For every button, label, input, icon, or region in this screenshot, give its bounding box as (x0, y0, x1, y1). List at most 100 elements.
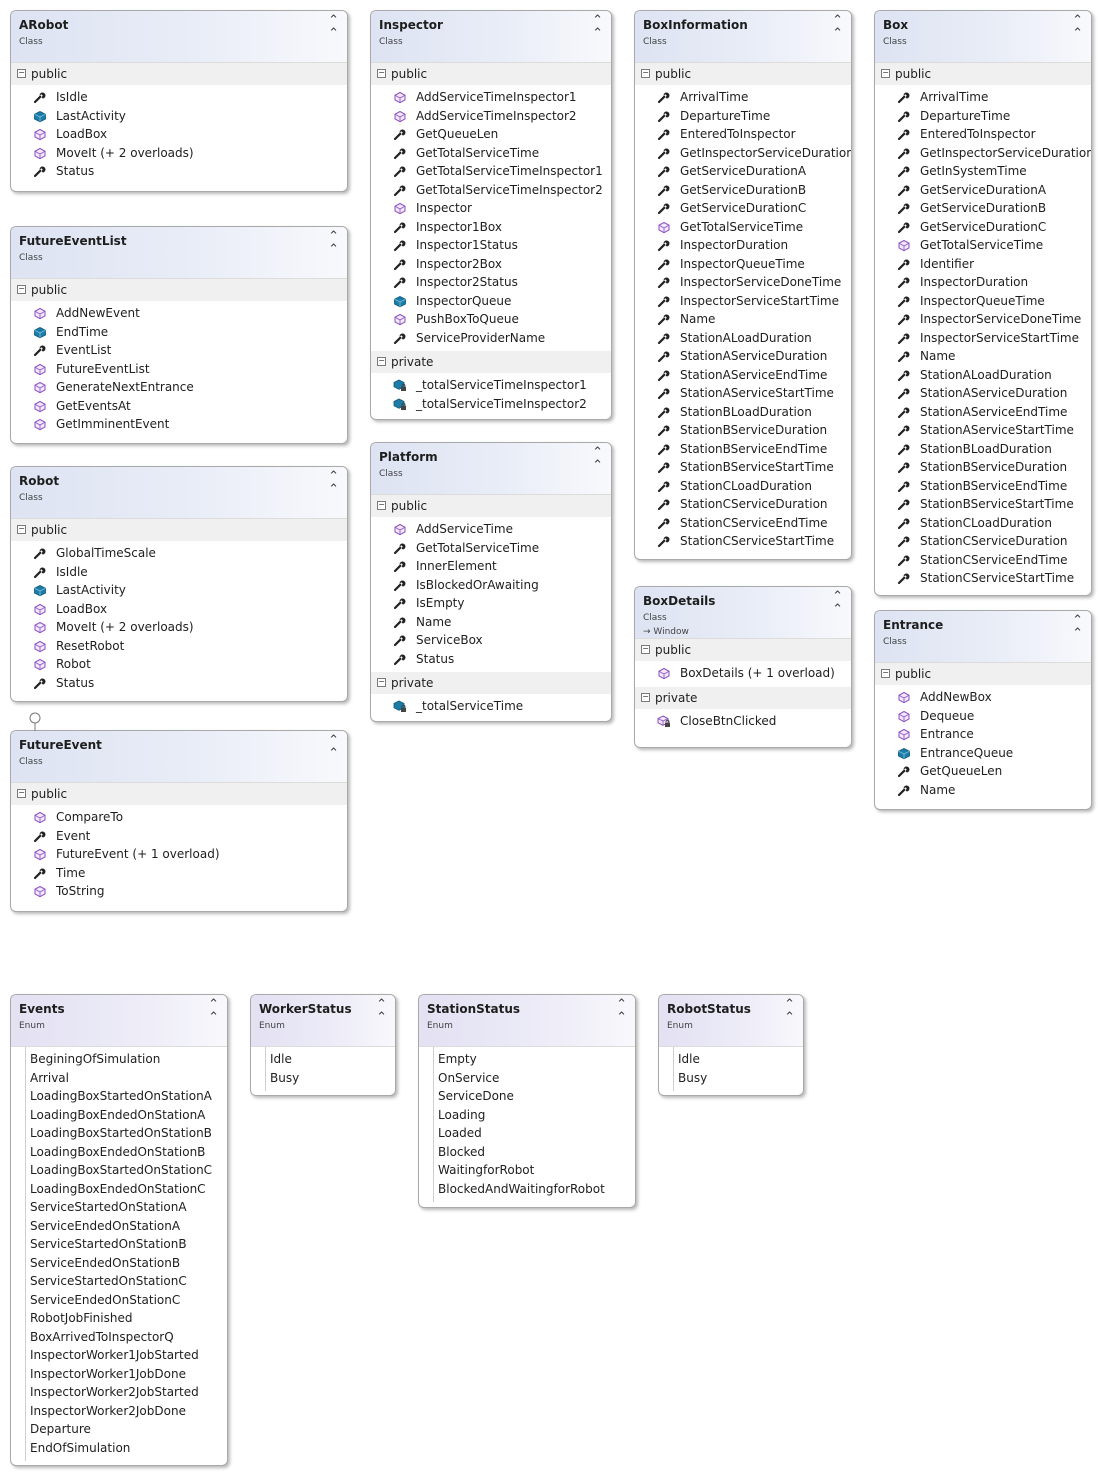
member-identifier[interactable]: Identifier (875, 255, 1091, 274)
section-public[interactable]: − public (11, 519, 347, 541)
enum-value-inspectorworker1jobdone[interactable]: InspectorWorker1JobDone (26, 1365, 227, 1384)
member-dequeue[interactable]: Dequeue (875, 707, 1091, 726)
member-stationbserviceduration[interactable]: StationBServiceDuration (635, 421, 851, 440)
section-public[interactable]: − public (11, 279, 347, 301)
enum-value-loadingboxendedonstationc[interactable]: LoadingBoxEndedOnStationC (26, 1180, 227, 1199)
enum-value-robotjobfinished[interactable]: RobotJobFinished (26, 1309, 227, 1328)
enum-stationstatus[interactable]: StationStatus Enum ⌃ ⌃ Empty OnService Service… (418, 994, 636, 1208)
member-arrivaltime[interactable]: ArrivalTime (875, 88, 1091, 107)
shape-header[interactable]: WorkerStatus Enum ⌃ ⌃ (251, 995, 395, 1047)
member-futureevent-1-overload[interactable]: FutureEvent (+ 1 overload) (11, 845, 347, 864)
member-entrance[interactable]: Entrance (875, 725, 1091, 744)
member-gettotalservicetimeinspector1[interactable]: GetTotalServiceTimeInspector1 (371, 162, 611, 181)
enum-value-inspectorworker2jobstarted[interactable]: InspectorWorker2JobStarted (26, 1383, 227, 1402)
collapse-toggle-icon[interactable]: − (17, 69, 26, 78)
section-public[interactable]: − public (11, 63, 347, 85)
enum-value-blocked[interactable]: Blocked (434, 1143, 635, 1162)
member-stationcloadduration[interactable]: StationCLoadDuration (875, 514, 1091, 533)
member-stationcserviceendtime[interactable]: StationCServiceEndTime (875, 551, 1091, 570)
member-time[interactable]: Time (11, 864, 347, 883)
section-private[interactable]: − private (371, 672, 611, 694)
member-stationaserviceendtime[interactable]: StationAServiceEndTime (875, 403, 1091, 422)
enum-value-loadingboxstartedonstationc[interactable]: LoadingBoxStartedOnStationC (26, 1161, 227, 1180)
collapse-chevron-icon[interactable]: ⌃ ⌃ (592, 446, 603, 472)
member-generatenextentrance[interactable]: GenerateNextEntrance (11, 378, 347, 397)
collapse-chevron-icon[interactable]: ⌃ ⌃ (784, 998, 795, 1024)
section-private[interactable]: − private (371, 351, 611, 373)
member-serviceprovidername[interactable]: ServiceProviderName (371, 329, 611, 348)
shape-header[interactable]: StationStatus Enum ⌃ ⌃ (419, 995, 635, 1047)
member-eventlist[interactable]: EventList (11, 341, 347, 360)
enum-value-departure[interactable]: Departure (26, 1420, 227, 1439)
enum-value-busy[interactable]: Busy (674, 1069, 803, 1088)
member-stationcservicestarttime[interactable]: StationCServiceStartTime (875, 569, 1091, 588)
shape-header[interactable]: Box Class ⌃ ⌃ (875, 11, 1091, 63)
member-loadbox[interactable]: LoadBox (11, 125, 347, 144)
member-stationcserviceendtime[interactable]: StationCServiceEndTime (635, 514, 851, 533)
enum-robotstatus[interactable]: RobotStatus Enum ⌃ ⌃ Idle Busy (658, 994, 804, 1096)
class-box[interactable]: Box Class ⌃ ⌃ − public ArrivalTime DepartureTim… (874, 10, 1092, 596)
member-isempty[interactable]: IsEmpty (371, 594, 611, 613)
member-getservicedurationa[interactable]: GetServiceDurationA (875, 181, 1091, 200)
member-inspectorduration[interactable]: InspectorDuration (875, 273, 1091, 292)
member-totalservicetimeinspector1[interactable]: _totalServiceTimeInspector1 (371, 376, 611, 395)
shape-header[interactable]: BoxInformation Class ⌃ ⌃ (635, 11, 851, 63)
enum-value-busy[interactable]: Busy (266, 1069, 395, 1088)
shape-header[interactable]: Events Enum ⌃ ⌃ (11, 995, 227, 1047)
enum-value-onservice[interactable]: OnService (434, 1069, 635, 1088)
member-totalservicetimeinspector2[interactable]: _totalServiceTimeInspector2 (371, 395, 611, 414)
member-gettotalservicetimeinspector2[interactable]: GetTotalServiceTimeInspector2 (371, 181, 611, 200)
member-stationcserviceduration[interactable]: StationCServiceDuration (635, 495, 851, 514)
section-public[interactable]: − public (371, 63, 611, 85)
member-gettotalservicetime[interactable]: GetTotalServiceTime (875, 236, 1091, 255)
enum-value-serviceendedonstationb[interactable]: ServiceEndedOnStationB (26, 1254, 227, 1273)
member-stationaserviceduration[interactable]: StationAServiceDuration (875, 384, 1091, 403)
collapse-chevron-icon[interactable]: ⌃ ⌃ (328, 734, 339, 760)
collapse-toggle-icon[interactable]: − (377, 357, 386, 366)
member-getservicedurationb[interactable]: GetServiceDurationB (635, 181, 851, 200)
enum-value-endofsimulation[interactable]: EndOfSimulation (26, 1439, 227, 1458)
section-private[interactable]: − private (635, 686, 851, 709)
member-endtime[interactable]: EndTime (11, 323, 347, 342)
class-entrance[interactable]: Entrance Class ⌃ ⌃ − public AddNewBox Dequeue En… (874, 610, 1092, 810)
enum-value-beginingofsimulation[interactable]: BeginingOfSimulation (26, 1050, 227, 1069)
class-futureeventlist[interactable]: FutureEventList Class ⌃ ⌃ − public AddNewEvent… (10, 226, 348, 444)
member-inspectorservicedonetime[interactable]: InspectorServiceDoneTime (875, 310, 1091, 329)
shape-header[interactable]: Robot Class ⌃ ⌃ (11, 467, 347, 519)
section-public[interactable]: − public (875, 663, 1091, 685)
member-getservicedurationc[interactable]: GetServiceDurationC (635, 199, 851, 218)
member-getimminentevent[interactable]: GetImminentEvent (11, 415, 347, 434)
member-status[interactable]: Status (371, 650, 611, 669)
section-public[interactable]: − public (11, 783, 347, 805)
member-inspectorqueuetime[interactable]: InspectorQueueTime (635, 255, 851, 274)
member-pushboxtoqueue[interactable]: PushBoxToQueue (371, 310, 611, 329)
member-enteredtoinspector[interactable]: EnteredToInspector (635, 125, 851, 144)
member-arrivaltime[interactable]: ArrivalTime (635, 88, 851, 107)
shape-header[interactable]: ARobot Class ⌃ ⌃ (11, 11, 347, 63)
member-getservicedurationc[interactable]: GetServiceDurationC (875, 218, 1091, 237)
collapse-chevron-icon[interactable]: ⌃ ⌃ (1072, 614, 1083, 640)
member-stationcservicestarttime[interactable]: StationCServiceStartTime (635, 532, 851, 551)
collapse-chevron-icon[interactable]: ⌃ ⌃ (376, 998, 387, 1024)
member-event[interactable]: Event (11, 827, 347, 846)
collapse-chevron-icon[interactable]: ⌃ ⌃ (208, 998, 219, 1024)
collapse-toggle-icon[interactable]: − (641, 69, 650, 78)
member-lastactivity[interactable]: LastActivity (11, 107, 347, 126)
enum-value-loadingboxstartedonstationb[interactable]: LoadingBoxStartedOnStationB (26, 1124, 227, 1143)
member-stationaloadduration[interactable]: StationALoadDuration (635, 329, 851, 348)
member-lastactivity[interactable]: LastActivity (11, 581, 347, 600)
collapse-toggle-icon[interactable]: − (377, 501, 386, 510)
member-stationbloadduration[interactable]: StationBLoadDuration (635, 403, 851, 422)
class-platform[interactable]: Platform Class ⌃ ⌃ − public AddServiceTime GetT… (370, 442, 612, 722)
member-isblockedorawaiting[interactable]: IsBlockedOrAwaiting (371, 576, 611, 595)
shape-header[interactable]: Platform Class ⌃ ⌃ (371, 443, 611, 495)
class-arobot[interactable]: ARobot Class ⌃ ⌃ − public IsIdle LastActivity Lo… (10, 10, 348, 192)
enum-value-empty[interactable]: Empty (434, 1050, 635, 1069)
member-getservicedurationa[interactable]: GetServiceDurationA (635, 162, 851, 181)
member-stationcserviceduration[interactable]: StationCServiceDuration (875, 532, 1091, 551)
member-stationbservicestarttime[interactable]: StationBServiceStartTime (875, 495, 1091, 514)
member-tostring[interactable]: ToString (11, 882, 347, 901)
section-public[interactable]: − public (371, 495, 611, 517)
member-stationbservicestarttime[interactable]: StationBServiceStartTime (635, 458, 851, 477)
member-stationbserviceduration[interactable]: StationBServiceDuration (875, 458, 1091, 477)
